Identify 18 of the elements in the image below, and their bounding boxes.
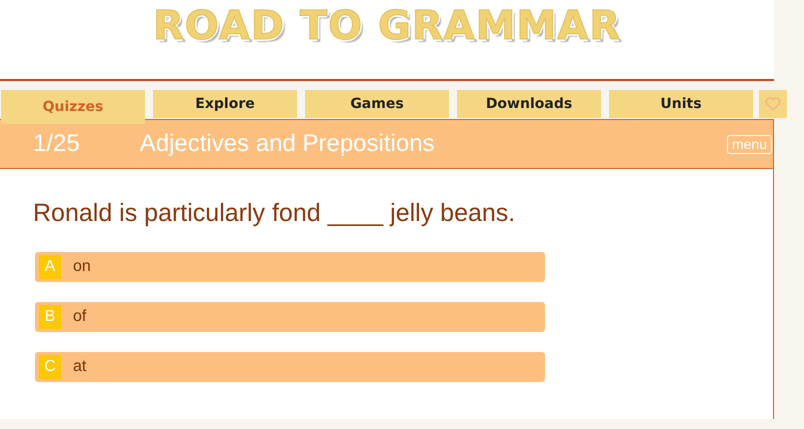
- answer-option[interactable]: B of: [35, 302, 545, 332]
- nav-tab[interactable]: Units: [609, 90, 753, 118]
- option-text: at: [73, 358, 86, 376]
- nav-tab[interactable]: Downloads: [457, 90, 601, 118]
- quiz-title: Adjectives and Prepositions: [140, 130, 436, 158]
- heart-icon[interactable]: [765, 97, 781, 111]
- option-text: on: [73, 258, 91, 276]
- option-letter: B: [39, 305, 61, 329]
- option-letter: A: [39, 255, 61, 279]
- option-text: of: [73, 308, 86, 326]
- nav-tab[interactable]: Explore: [153, 90, 297, 118]
- logo: ROAD TO GRAMMAR: [153, 4, 621, 48]
- answer-option[interactable]: C at: [35, 352, 545, 382]
- nav-tab[interactable]: Games: [305, 90, 449, 118]
- option-letter: C: [39, 355, 61, 379]
- question-counter: 1/25: [33, 130, 80, 158]
- answer-option[interactable]: A on: [35, 252, 545, 282]
- question-text: Ronald is particularly fond ____ jelly beans.: [33, 199, 516, 228]
